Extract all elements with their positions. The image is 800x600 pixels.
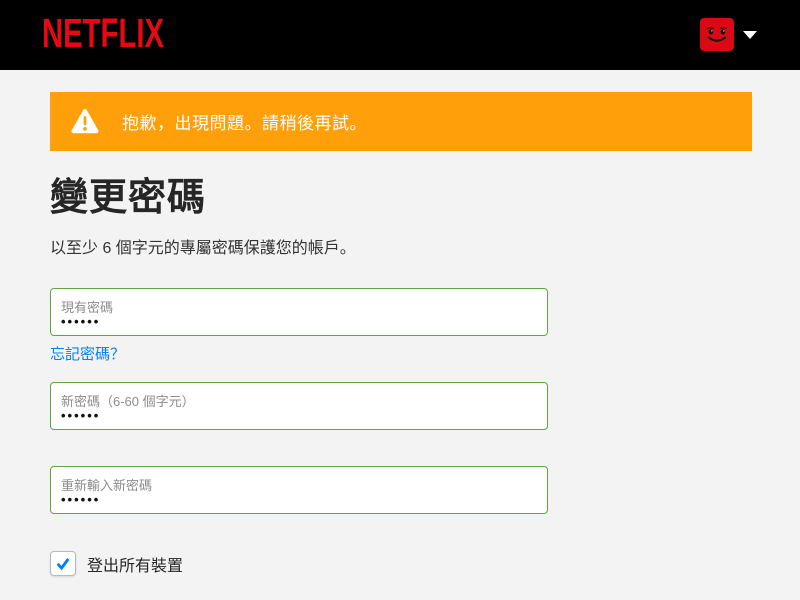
current-password-value: •••••• <box>61 314 101 329</box>
current-password-input[interactable]: 現有密碼 •••••• <box>50 288 548 336</box>
page-subtitle: 以至少 6 個字元的專屬密碼保護您的帳戶。 <box>50 240 356 257</box>
signout-checkbox[interactable] <box>50 551 76 576</box>
signout-all-devices-row: 登出所有裝置 <box>50 551 183 576</box>
checkbox-check-icon <box>56 558 70 571</box>
profile-caret-icon[interactable] <box>743 31 757 39</box>
netflix-logo[interactable]: NETFLIX <box>42 10 170 57</box>
new-password-input[interactable]: 新密碼（6-60 個字元） •••••• <box>50 382 548 430</box>
top-nav-bar: NETFLIX <box>0 0 800 70</box>
confirm-password-value: •••••• <box>61 492 101 507</box>
forgot-password-link[interactable]: 忘記密碼？ <box>50 343 125 364</box>
warning-icon <box>71 108 99 134</box>
new-password-value: •••••• <box>61 408 101 423</box>
confirm-password-input[interactable]: 重新輸入新密碼 •••••• <box>50 466 548 514</box>
netflix-logo-text: NETFLIX <box>42 14 164 52</box>
profile-avatar[interactable] <box>700 18 734 51</box>
error-banner-message: 抱歉，出現問題。請稍後再試。 <box>122 114 367 133</box>
signout-checkbox-label: 登出所有裝置 <box>87 557 184 575</box>
page-title: 變更密碼 <box>50 177 207 219</box>
error-banner: 抱歉，出現問題。請稍後再試。 <box>50 92 752 151</box>
